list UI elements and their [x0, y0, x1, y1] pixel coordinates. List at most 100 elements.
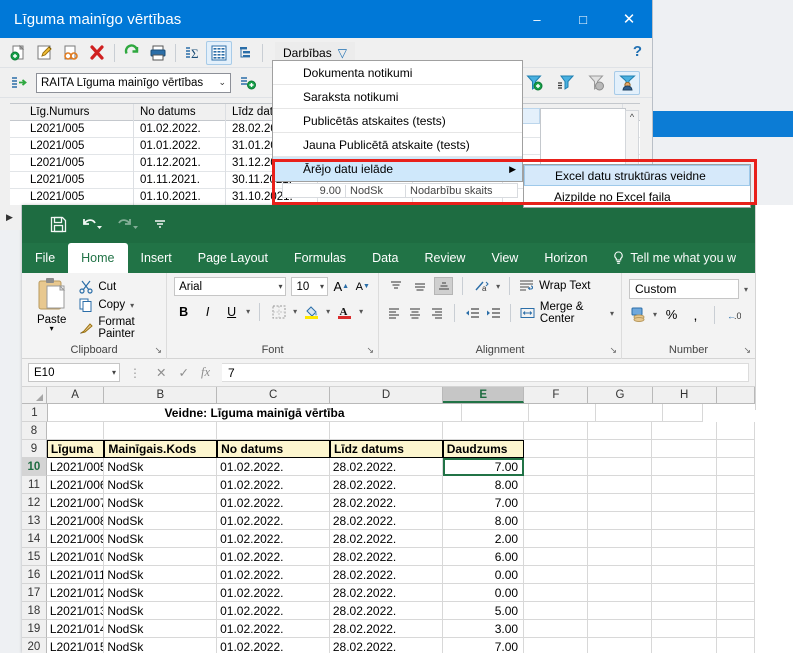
print-icon[interactable]: [145, 41, 171, 65]
tab-review[interactable]: Review: [411, 243, 478, 273]
accounting-dropdown-icon[interactable]: ▾: [653, 310, 657, 319]
percent-style-button[interactable]: %: [662, 305, 681, 324]
close-button[interactable]: ✕: [606, 0, 652, 38]
menu-item-saraksta-notikumi[interactable]: Saraksta notikumi: [273, 85, 522, 109]
cell-d11[interactable]: 28.02.2022.: [329, 476, 443, 494]
orientation-dropdown-icon[interactable]: ▾: [496, 282, 500, 291]
number-dialog-launcher-icon[interactable]: ↘: [743, 345, 751, 356]
cell-e10[interactable]: 7.00: [442, 458, 525, 476]
copy-record-icon[interactable]: [58, 41, 84, 65]
cell-d19[interactable]: 28.02.2022.: [329, 620, 443, 638]
align-bottom-button[interactable]: [434, 277, 454, 295]
cell-e12[interactable]: 7.00: [442, 494, 525, 512]
font-color-button[interactable]: A: [335, 302, 354, 321]
clipboard-dialog-launcher-icon[interactable]: ↘: [155, 345, 163, 356]
merge-dropdown-icon[interactable]: ▾: [610, 309, 614, 318]
cell-e17[interactable]: 0.00: [442, 584, 525, 602]
borders-button[interactable]: [269, 302, 288, 321]
cell-e14[interactable]: 2.00: [442, 530, 525, 548]
cell-b18[interactable]: NodSk: [104, 602, 218, 620]
sheet-header-no-datums[interactable]: No datums: [217, 440, 330, 458]
cell-a17[interactable]: L2021/012: [46, 584, 105, 602]
vertical-scrollbar[interactable]: ^: [625, 110, 639, 172]
column-header-i[interactable]: [717, 387, 755, 403]
sheet-header-lidz-datums[interactable]: Līdz datums: [329, 440, 443, 458]
cell-b17[interactable]: NodSk: [104, 584, 218, 602]
column-header-a[interactable]: A: [47, 387, 105, 403]
row-header-11[interactable]: 11: [22, 476, 47, 494]
menu-item-arejo-datu-ielade[interactable]: Ārējo datu ielāde ▶: [273, 157, 522, 181]
cell-d18[interactable]: 28.02.2022.: [329, 602, 443, 620]
cell-a20[interactable]: L2021/015: [47, 638, 105, 653]
new-document-icon[interactable]: [6, 41, 32, 65]
row-header-13[interactable]: 13: [22, 512, 47, 530]
tab-formulas[interactable]: Formulas: [281, 243, 359, 273]
cell-c12[interactable]: 01.02.2022.: [217, 494, 330, 512]
add-list-icon[interactable]: [235, 71, 261, 95]
cell-c18[interactable]: 01.02.2022.: [217, 602, 330, 620]
decrease-font-size-button[interactable]: A ▼: [355, 277, 372, 296]
clear-filter-icon[interactable]: [583, 71, 609, 95]
cell-a18[interactable]: L2021/013: [46, 602, 105, 620]
submenu-item-aizpilde-no-excel-faila[interactable]: Aizpilde no Excel faila: [524, 186, 750, 207]
cell-a11[interactable]: L2021/006: [46, 476, 105, 494]
tree-view-icon[interactable]: [232, 41, 258, 65]
columns-view-icon[interactable]: [206, 40, 232, 65]
cell-a10[interactable]: L2021/005: [46, 458, 105, 476]
confirm-entry-icon[interactable]: ✓: [178, 365, 188, 380]
orientation-button[interactable]: a: [472, 277, 491, 295]
cell-d10[interactable]: 28.02.2022.: [329, 458, 443, 476]
cell-d12[interactable]: 28.02.2022.: [329, 494, 443, 512]
grid-col-no-datums[interactable]: No datums: [134, 103, 226, 121]
cell-d13[interactable]: 28.02.2022.: [329, 512, 443, 530]
cell-b16[interactable]: NodSk: [104, 566, 218, 584]
submenu-item-excel-datu-strukturas-veidne[interactable]: Excel datu struktūras veidne: [524, 165, 750, 186]
name-box[interactable]: E10 ▾: [28, 363, 120, 382]
font-color-dropdown-icon[interactable]: ▾: [359, 307, 363, 316]
fill-color-button[interactable]: [302, 302, 321, 321]
merge-center-button[interactable]: Merge & Center ▾: [520, 301, 614, 325]
menu-item-jauna-publiceta-atskaite[interactable]: Jauna Publicētā atskaite (tests): [273, 133, 522, 157]
cell-a16[interactable]: L2021/011: [46, 566, 105, 584]
cell-e11[interactable]: 8.00: [442, 476, 525, 494]
add-filter-icon[interactable]: [521, 71, 547, 95]
sum-report-icon[interactable]: Σ: [180, 41, 206, 65]
undo-icon[interactable]: [81, 216, 103, 232]
cell-e16[interactable]: 0.00: [442, 566, 525, 584]
row-header-8[interactable]: 8: [22, 422, 47, 440]
align-left-button[interactable]: [386, 304, 402, 322]
paste-button[interactable]: Paste ▾: [29, 277, 74, 333]
menu-item-publicetas-atskaites[interactable]: Publicētās atskaites (tests): [273, 109, 522, 133]
row-header-17[interactable]: 17: [22, 584, 47, 602]
cell-e20[interactable]: 7.00: [443, 638, 525, 653]
sheet-title-cell[interactable]: Veidne: Līguma mainīgā vērtība: [48, 404, 462, 422]
align-middle-button[interactable]: [410, 277, 429, 295]
increase-font-size-button[interactable]: A ▲: [333, 277, 350, 296]
cell-d17[interactable]: 28.02.2022.: [329, 584, 443, 602]
formula-input[interactable]: 7: [222, 363, 749, 382]
cell-c15[interactable]: 01.02.2022.: [217, 548, 330, 566]
row-header-1[interactable]: 1: [22, 404, 48, 422]
cell-c19[interactable]: 01.02.2022.: [217, 620, 330, 638]
fill-color-dropdown-icon[interactable]: ▾: [326, 307, 330, 316]
column-header-b[interactable]: B: [104, 387, 218, 403]
column-header-h[interactable]: H: [653, 387, 717, 403]
cell-b12[interactable]: NodSk: [104, 494, 218, 512]
increase-decimal-button[interactable]: ← .0: [724, 305, 743, 324]
column-header-d[interactable]: D: [330, 387, 443, 403]
cell-c14[interactable]: 01.02.2022.: [217, 530, 330, 548]
cell-b13[interactable]: NodSk: [104, 512, 218, 530]
insert-function-icon[interactable]: fx: [201, 365, 210, 380]
grid-col-lig-numurs[interactable]: Līg.Numurs: [24, 103, 134, 121]
help-icon[interactable]: ?: [633, 43, 642, 60]
cell-b15[interactable]: NodSk: [104, 548, 218, 566]
column-header-c[interactable]: C: [217, 387, 331, 403]
cancel-entry-icon[interactable]: ✕: [156, 365, 166, 380]
row-header-10[interactable]: 10: [22, 458, 47, 476]
load-list-icon[interactable]: [6, 71, 32, 95]
tab-data[interactable]: Data: [359, 243, 411, 273]
column-header-g[interactable]: G: [588, 387, 653, 403]
cell-e15[interactable]: 6.00: [442, 548, 525, 566]
filter-icon[interactable]: [552, 71, 578, 95]
decrease-indent-button[interactable]: [464, 304, 480, 322]
